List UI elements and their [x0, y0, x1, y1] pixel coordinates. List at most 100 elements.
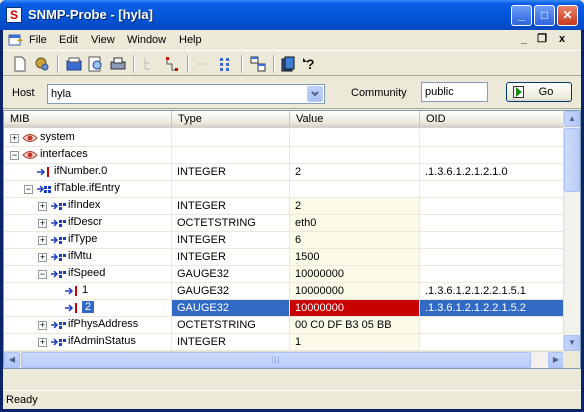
type-cell[interactable]: GAUGE32: [172, 300, 290, 316]
book-icon[interactable]: [279, 55, 297, 73]
table-row[interactable]: + ifPhysAddress OCTETSTRING 00 C0 DF B3 05 …: [4, 317, 564, 334]
mib-grid[interactable]: MIB Type Value OID + system − interfaces ifN…: [3, 110, 581, 369]
mib-cell[interactable]: + system: [4, 130, 172, 146]
value-cell[interactable]: [290, 147, 420, 163]
expand-icon[interactable]: +: [38, 338, 47, 347]
type-cell[interactable]: INTEGER: [172, 164, 290, 180]
collapse-icon[interactable]: −: [10, 151, 19, 160]
table-row[interactable]: ifNumber.0 INTEGER 2.1.3.6.1.2.1.2.1.0: [4, 164, 564, 181]
horizontal-scrollbar[interactable]: ◀ ||| ▶: [4, 351, 564, 368]
type-cell[interactable]: OCTETSTRING: [172, 215, 290, 231]
mib-cell[interactable]: − ifSpeed: [4, 266, 172, 282]
oid-cell[interactable]: [420, 181, 564, 197]
list-view-icon[interactable]: [217, 55, 235, 73]
type-cell[interactable]: INTEGER: [172, 232, 290, 248]
tile-windows-icon[interactable]: [249, 55, 267, 73]
oid-cell[interactable]: .1.3.6.1.2.1.2.2.1.5.1: [420, 283, 564, 299]
oid-cell[interactable]: [420, 232, 564, 248]
menu-help[interactable]: Help: [179, 34, 202, 46]
value-cell[interactable]: 10000000: [290, 300, 420, 316]
community-input[interactable]: [422, 83, 487, 101]
column-header-type[interactable]: Type: [172, 111, 290, 128]
value-cell[interactable]: 10000000: [290, 283, 420, 299]
menu-view[interactable]: View: [91, 34, 115, 46]
type-cell[interactable]: GAUGE32: [172, 283, 290, 299]
expand-icon[interactable]: +: [10, 134, 19, 143]
type-cell[interactable]: INTEGER: [172, 334, 290, 350]
horizontal-scroll-thumb[interactable]: |||: [21, 352, 531, 368]
mdi-restore-button[interactable]: ❐: [535, 32, 549, 46]
oid-cell[interactable]: .1.3.6.1.2.1.2.2.1.5.2: [420, 300, 564, 316]
table-row[interactable]: + ifDescr OCTETSTRING eth0: [4, 215, 564, 232]
type-cell[interactable]: GAUGE32: [172, 266, 290, 282]
column-header-mib[interactable]: MIB: [4, 111, 172, 128]
mib-cell[interactable]: + ifType: [4, 232, 172, 248]
oid-cell[interactable]: [420, 317, 564, 333]
vertical-scroll-thumb[interactable]: [564, 128, 580, 192]
oid-cell[interactable]: [420, 147, 564, 163]
value-cell[interactable]: 1500: [290, 249, 420, 265]
value-cell[interactable]: [290, 130, 420, 146]
expand-icon[interactable]: +: [38, 236, 47, 245]
column-header-value[interactable]: Value: [290, 111, 420, 128]
go-button[interactable]: Go: [506, 82, 572, 102]
table-row[interactable]: + ifType INTEGER 6: [4, 232, 564, 249]
type-cell[interactable]: [172, 147, 290, 163]
mdi-minimize-button[interactable]: _: [517, 32, 531, 46]
value-cell[interactable]: 6: [290, 232, 420, 248]
host-combobox[interactable]: [47, 84, 325, 104]
scroll-left-button[interactable]: ◀: [4, 352, 20, 368]
value-cell[interactable]: 00 C0 DF B3 05 BB: [290, 317, 420, 333]
mib-cell[interactable]: + ifAdminStatus: [4, 334, 172, 350]
type-cell[interactable]: INTEGER: [172, 249, 290, 265]
table-row[interactable]: − ifTable.ifEntry: [4, 181, 564, 198]
minimize-button[interactable]: _: [511, 5, 532, 26]
tree-expand-icon[interactable]: [163, 55, 181, 73]
value-cell[interactable]: 2: [290, 198, 420, 214]
mdi-document-icon[interactable]: [8, 32, 24, 47]
table-row[interactable]: + system: [4, 130, 564, 147]
menu-edit[interactable]: Edit: [59, 34, 78, 46]
value-cell[interactable]: [290, 181, 420, 197]
mib-cell[interactable]: − interfaces: [4, 147, 172, 163]
table-row[interactable]: 2 GAUGE32 10000000.1.3.6.1.2.1.2.2.1.5.2: [4, 300, 564, 317]
mib-cell[interactable]: ifNumber.0: [4, 164, 172, 180]
table-row[interactable]: + ifIndex INTEGER 2: [4, 198, 564, 215]
vertical-scrollbar[interactable]: ▲ ▼: [563, 111, 580, 351]
community-field[interactable]: [421, 82, 488, 102]
type-cell[interactable]: [172, 181, 290, 197]
mib-cell[interactable]: + ifDescr: [4, 215, 172, 231]
new-document-icon[interactable]: [11, 55, 29, 73]
mib-cell[interactable]: + ifPhysAddress: [4, 317, 172, 333]
mib-cell[interactable]: 1: [4, 283, 172, 299]
mib-cell[interactable]: − ifTable.ifEntry: [4, 181, 172, 197]
collapse-icon[interactable]: −: [38, 270, 47, 279]
column-header-oid[interactable]: OID: [420, 111, 564, 128]
oid-cell[interactable]: [420, 249, 564, 265]
table-row[interactable]: − ifSpeed GAUGE32 10000000: [4, 266, 564, 283]
type-cell[interactable]: OCTETSTRING: [172, 317, 290, 333]
find-icon[interactable]: [87, 55, 105, 73]
scroll-up-button[interactable]: ▲: [564, 111, 580, 127]
menu-window[interactable]: Window: [127, 34, 166, 46]
mib-cell[interactable]: + ifMtu: [4, 249, 172, 265]
oid-cell[interactable]: .1.3.6.1.2.1.2.1.0: [420, 164, 564, 180]
value-cell[interactable]: eth0: [290, 215, 420, 231]
scroll-down-button[interactable]: ▼: [564, 335, 580, 351]
value-cell[interactable]: 1: [290, 334, 420, 350]
table-row[interactable]: + ifAdminStatus INTEGER 1: [4, 334, 564, 351]
scroll-right-button[interactable]: ▶: [548, 352, 564, 368]
table-row[interactable]: 1 GAUGE32 10000000.1.3.6.1.2.1.2.2.1.5.1: [4, 283, 564, 300]
title-bar[interactable]: S SNMP-Probe - [hyla] _ □ ✕: [0, 0, 584, 30]
value-cell[interactable]: 10000000: [290, 266, 420, 282]
mib-cell[interactable]: 2: [4, 300, 172, 316]
oid-cell[interactable]: [420, 215, 564, 231]
menu-file[interactable]: File: [29, 34, 47, 46]
oid-cell[interactable]: [420, 130, 564, 146]
mdi-close-button[interactable]: x: [555, 32, 569, 46]
tree-collapse-icon[interactable]: [141, 55, 159, 73]
close-button[interactable]: ✕: [557, 5, 578, 26]
get-icon[interactable]: [65, 55, 83, 73]
host-input[interactable]: [48, 85, 303, 103]
oid-cell[interactable]: [420, 334, 564, 350]
